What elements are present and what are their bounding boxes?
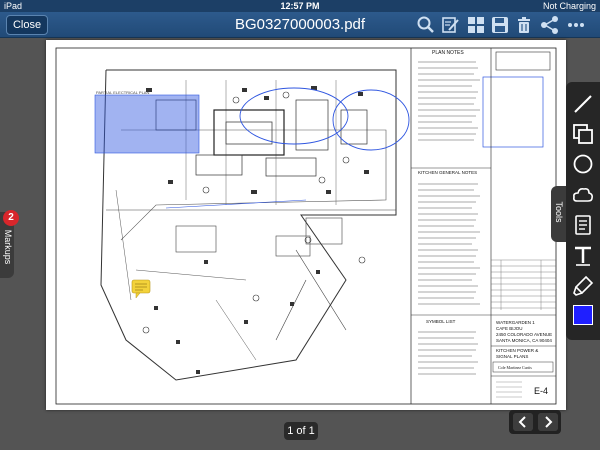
tools-tab-label: Tools: [554, 201, 564, 223]
save-icon[interactable]: [490, 15, 510, 35]
sticky-note-icon[interactable]: [131, 279, 151, 299]
next-page-button[interactable]: [538, 413, 558, 431]
floor-plan-drawing: PARTIAL ELECTRICAL PLAN PLAN NOTES KITCH…: [55, 47, 557, 405]
project-line-2: CAFE BIJOU: [496, 326, 523, 331]
ellipse-tool-icon[interactable]: [571, 152, 595, 176]
document-title: BG0327000003.pdf: [234, 16, 366, 33]
status-bar: iPad 12:57 PM Not Charging: [0, 0, 600, 12]
document-page[interactable]: PARTIAL ELECTRICAL PLAN PLAN NOTES KITCH…: [46, 40, 566, 410]
color-swatch[interactable]: [573, 305, 593, 325]
tools-panel: [566, 82, 600, 340]
previous-page-button[interactable]: [513, 413, 533, 431]
cloud-tool-icon[interactable]: [571, 183, 595, 207]
project-line-4: SANTA MONICA, CA 90404: [496, 338, 552, 343]
close-button[interactable]: Close: [6, 15, 48, 35]
markup-ellipse-2[interactable]: [332, 89, 410, 151]
page-indicator: 1 of 1: [284, 422, 318, 440]
plan-notes-heading: PLAN NOTES: [432, 50, 464, 56]
kitchen-notes-heading: KITCHEN GENERAL NOTES: [418, 170, 477, 175]
top-toolbar: Close BG0327000003.pdf: [0, 12, 600, 38]
clock: 12:57 PM: [280, 1, 320, 11]
search-icon[interactable]: [416, 15, 436, 35]
markup-box[interactable]: [482, 76, 544, 148]
sheet-number: E-4: [534, 386, 548, 396]
share-icon[interactable]: [540, 15, 560, 35]
thumbnails-icon[interactable]: [466, 15, 486, 35]
text-tool-icon[interactable]: [571, 244, 595, 268]
rectangle-tool-icon[interactable]: [571, 122, 595, 146]
annotate-icon[interactable]: [440, 15, 460, 35]
line-tool-icon[interactable]: [571, 92, 595, 116]
symbol-list-heading: SYMBOL LIST: [426, 319, 456, 324]
trash-icon[interactable]: [514, 15, 534, 35]
sheet-title-line-1: KITCHEN POWER &: [496, 348, 538, 353]
battery-status: Not Charging: [542, 1, 596, 11]
firm-name: Cole Martinez Curtis: [498, 365, 532, 370]
more-icon[interactable]: [566, 15, 586, 35]
sheet-title-line-2: SIGNAL PLANS: [496, 354, 528, 359]
markup-ellipse[interactable]: [239, 87, 349, 145]
project-line-3: 2450 COLORADO AVENUE: [496, 332, 552, 337]
markups-tab-label: Markups: [3, 229, 13, 265]
project-line-1: WATERGARDEN 1: [496, 320, 535, 325]
highlighter-tool-icon[interactable]: [571, 274, 595, 298]
markup-rectangle[interactable]: [94, 94, 200, 154]
note-tool-icon[interactable]: [571, 213, 595, 237]
partial-plan-label: PARTIAL ELECTRICAL PLAN: [96, 90, 149, 95]
